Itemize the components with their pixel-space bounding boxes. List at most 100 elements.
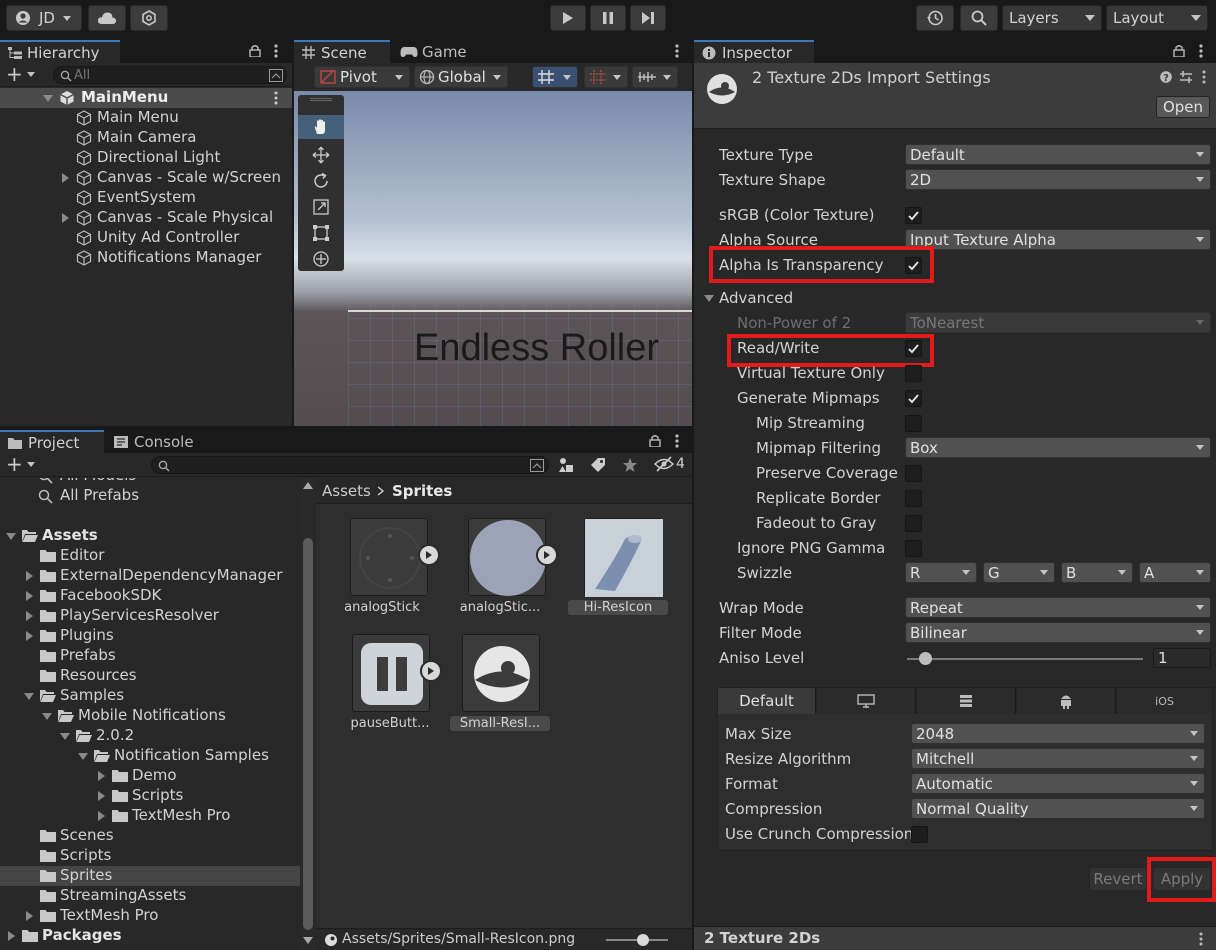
asset-tile[interactable]: analogStick [332, 518, 440, 620]
hierarchy-item[interactable]: Notifications Manager [0, 248, 292, 268]
project-folder-item[interactable]: TextMesh Pro [0, 806, 300, 826]
project-folder-item[interactable]: PlayServicesResolver [0, 606, 300, 626]
gen-mipmaps-checkbox[interactable] [905, 390, 922, 407]
history-button[interactable] [916, 5, 954, 31]
platform-tab-standalone[interactable] [817, 688, 916, 714]
hierarchy-item[interactable]: EventSystem [0, 188, 292, 208]
collab-button[interactable] [130, 5, 168, 31]
project-folder-item[interactable]: 2.0.2 [0, 726, 300, 746]
expand-arrow-icon[interactable] [42, 713, 52, 720]
resize-dropdown[interactable]: Mitchell [911, 748, 1205, 769]
favorite-item[interactable]: All Prefabs [0, 486, 300, 506]
cloud-button[interactable] [88, 5, 126, 31]
tab-hierarchy[interactable]: Hierarchy [0, 40, 120, 63]
hidden-packages-toggle[interactable]: 4 [654, 456, 685, 472]
hierarchy-item[interactable]: Directional Light [0, 148, 292, 168]
transform-tool[interactable] [298, 247, 344, 271]
platform-tab-server[interactable] [917, 688, 1016, 714]
zoom-slider-thumb[interactable] [637, 934, 649, 946]
swizzle-b-dropdown[interactable]: B [1061, 562, 1133, 583]
create-dropdown[interactable]: + [6, 64, 35, 84]
filter-type-icon[interactable] [558, 457, 574, 473]
max-size-dropdown[interactable]: 2048 [911, 723, 1205, 744]
gizmo-toggle[interactable] [532, 66, 578, 88]
expand-arrow-icon[interactable] [78, 753, 88, 760]
layers-dropdown[interactable]: Layers [1002, 5, 1102, 31]
format-dropdown[interactable]: Automatic [911, 773, 1205, 794]
project-folder-item[interactable]: Assets [0, 526, 300, 546]
texture-shape-dropdown[interactable]: 2D [905, 169, 1211, 190]
mip-streaming-checkbox[interactable] [905, 415, 922, 432]
expand-arrow-icon[interactable] [6, 533, 16, 540]
swizzle-g-dropdown[interactable]: G [983, 562, 1055, 583]
fadeout-checkbox[interactable] [905, 515, 922, 532]
hand-tool[interactable] [298, 115, 344, 139]
hierarchy-search-input[interactable] [74, 67, 264, 83]
compression-dropdown[interactable]: Normal Quality [911, 798, 1205, 819]
search-filter-icon[interactable] [530, 459, 544, 472]
tab-game[interactable]: Game [394, 40, 484, 63]
project-folder-item[interactable]: Demo [0, 766, 300, 786]
virtual-texture-checkbox[interactable] [905, 365, 922, 382]
play-button[interactable] [550, 5, 586, 31]
scene-row[interactable]: MainMenu [0, 88, 292, 108]
expand-arrow-icon[interactable] [43, 95, 53, 102]
asset-tile[interactable]: Hi-ResIcon [568, 518, 668, 620]
project-folder-item[interactable]: Scripts [0, 786, 300, 806]
scale-tool[interactable] [298, 195, 344, 219]
replicate-border-checkbox[interactable] [905, 490, 922, 507]
project-folder-item[interactable]: Resources [0, 666, 300, 686]
project-folder-item[interactable]: StreamingAssets [0, 886, 300, 906]
revert-button[interactable]: Revert [1089, 867, 1147, 891]
breadcrumb-assets[interactable]: Assets [322, 482, 371, 500]
advanced-foldout[interactable]: Advanced [694, 286, 1214, 310]
collapse-arrow-icon[interactable] [98, 771, 105, 781]
ignore-png-gamma-checkbox[interactable] [905, 540, 922, 557]
expand-arrow-icon[interactable] [24, 693, 34, 700]
search-button[interactable] [960, 5, 998, 31]
hierarchy-item[interactable]: Canvas - Scale Physical [0, 208, 292, 228]
project-folder-item[interactable]: FacebookSDK [0, 586, 300, 606]
swizzle-a-dropdown[interactable]: A [1139, 562, 1211, 583]
more-icon[interactable] [273, 91, 279, 105]
expand-sprite-button[interactable] [536, 544, 558, 566]
srgb-checkbox[interactable] [905, 207, 922, 224]
platform-tab-default[interactable]: Default [718, 688, 816, 714]
aniso-slider[interactable] [907, 658, 1143, 660]
platform-tab-android[interactable] [1017, 688, 1116, 714]
breadcrumb-sprites[interactable]: Sprites [392, 482, 452, 500]
rect-tool[interactable] [298, 221, 344, 245]
lock-icon[interactable] [649, 434, 661, 447]
project-folder-item[interactable]: Sprites [0, 866, 300, 886]
expand-sprite-button[interactable] [418, 544, 440, 566]
more-icon[interactable] [1198, 932, 1204, 946]
crunch-checkbox[interactable] [911, 826, 928, 843]
project-folder-item[interactable]: Packages [0, 926, 300, 946]
project-folder-item[interactable]: TextMesh Pro [0, 906, 300, 926]
asset-tile[interactable]: analogStic... [450, 518, 558, 620]
asset-tile[interactable]: pauseButt... [342, 634, 442, 736]
project-folder-item[interactable]: Scenes [0, 826, 300, 846]
account-dropdown[interactable]: JD [6, 5, 82, 31]
global-dropdown[interactable]: Global [414, 66, 508, 88]
move-tool[interactable] [298, 143, 344, 167]
project-folder-item[interactable]: Prefabs [0, 646, 300, 666]
expand-arrow-icon[interactable] [62, 173, 69, 183]
rotate-tool[interactable] [298, 169, 344, 193]
star-icon[interactable] [622, 457, 638, 473]
collapse-arrow-icon[interactable] [26, 591, 33, 601]
asset-tile[interactable]: Small-ResI... [450, 634, 550, 736]
aniso-value-field[interactable]: 1 [1153, 648, 1211, 668]
snap-toggle[interactable] [584, 66, 628, 88]
collapse-arrow-icon[interactable] [26, 631, 33, 641]
hierarchy-item[interactable]: Canvas - Scale w/Screen [0, 168, 292, 188]
alpha-source-dropdown[interactable]: Input Texture Alpha [905, 229, 1211, 250]
more-icon[interactable] [273, 43, 279, 59]
collapse-arrow-icon[interactable] [98, 811, 105, 821]
preserve-coverage-checkbox[interactable] [905, 465, 922, 482]
hierarchy-search-field[interactable] [53, 66, 287, 84]
project-folder-item[interactable]: Scripts [0, 846, 300, 866]
tab-console[interactable]: Console [108, 430, 218, 453]
tab-project[interactable]: Project [0, 430, 104, 453]
ruler-toggle[interactable] [632, 66, 678, 88]
